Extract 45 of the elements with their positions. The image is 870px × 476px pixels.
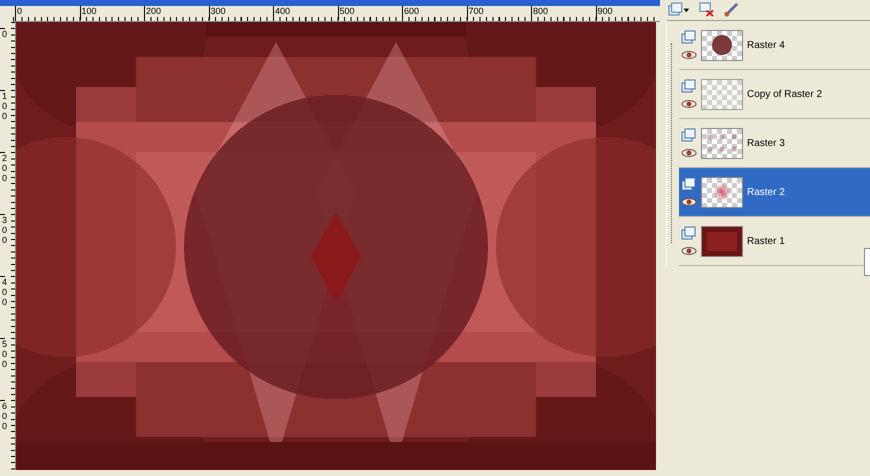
layer-icon[interactable] xyxy=(681,177,697,191)
layer-name: Raster 3 xyxy=(747,138,785,148)
ruler-label: 100 xyxy=(80,6,144,20)
layer-icon[interactable] xyxy=(681,226,697,240)
ruler-label: 600 xyxy=(402,6,466,20)
layer-thumbnail xyxy=(701,30,743,60)
eye-icon[interactable] xyxy=(681,246,697,256)
layer-row[interactable]: Raster 4 xyxy=(679,21,870,70)
layer-icon[interactable] xyxy=(681,79,697,93)
delete-layer-icon[interactable] xyxy=(698,2,715,16)
eye-icon[interactable] xyxy=(681,99,697,109)
ruler-label: 200 xyxy=(0,152,5,214)
ruler-label: 300 xyxy=(208,6,273,20)
eye-icon[interactable] xyxy=(681,50,697,60)
layer-name: Raster 2 xyxy=(747,186,785,198)
eye-icon[interactable] xyxy=(681,197,697,207)
ruler-label: 200 xyxy=(144,6,208,20)
layer-row[interactable]: Copy of Raster 2 xyxy=(679,70,870,119)
ruler-label: 600 xyxy=(0,400,5,462)
ruler-label: 500 xyxy=(338,6,402,20)
ruler-label: 0 xyxy=(0,28,5,90)
layer-row[interactable]: Raster 1 xyxy=(679,217,870,266)
eye-icon[interactable] xyxy=(681,148,697,158)
ruler-label: 700 xyxy=(466,6,531,20)
layer-thumbnail xyxy=(701,176,743,208)
panel-edge-tab[interactable] xyxy=(864,248,870,276)
ruler-label: 400 xyxy=(273,6,338,20)
layer-row[interactable]: Raster 2 xyxy=(679,168,870,217)
layer-name: Copy of Raster 2 xyxy=(747,88,822,100)
brush-icon[interactable] xyxy=(723,2,740,16)
layer-icon[interactable] xyxy=(681,30,697,44)
ruler-label: 500 xyxy=(0,338,5,400)
ruler-label: 0 xyxy=(15,6,80,20)
layer-name: Raster 4 xyxy=(747,40,785,50)
layer-row[interactable]: Raster 3 xyxy=(679,119,870,168)
layer-name: Raster 1 xyxy=(747,236,785,246)
layer-icon[interactable] xyxy=(681,128,697,142)
ruler-label: 100 xyxy=(0,90,5,152)
ruler-label: 300 xyxy=(0,214,5,276)
layer-thumbnail xyxy=(701,128,743,158)
ruler-label: 400 xyxy=(0,276,5,338)
layer-thumbnail xyxy=(701,78,743,110)
ruler-label: 800 xyxy=(531,6,596,20)
new-layer-icon[interactable] xyxy=(668,2,690,16)
layer-thumbnail xyxy=(701,226,743,256)
